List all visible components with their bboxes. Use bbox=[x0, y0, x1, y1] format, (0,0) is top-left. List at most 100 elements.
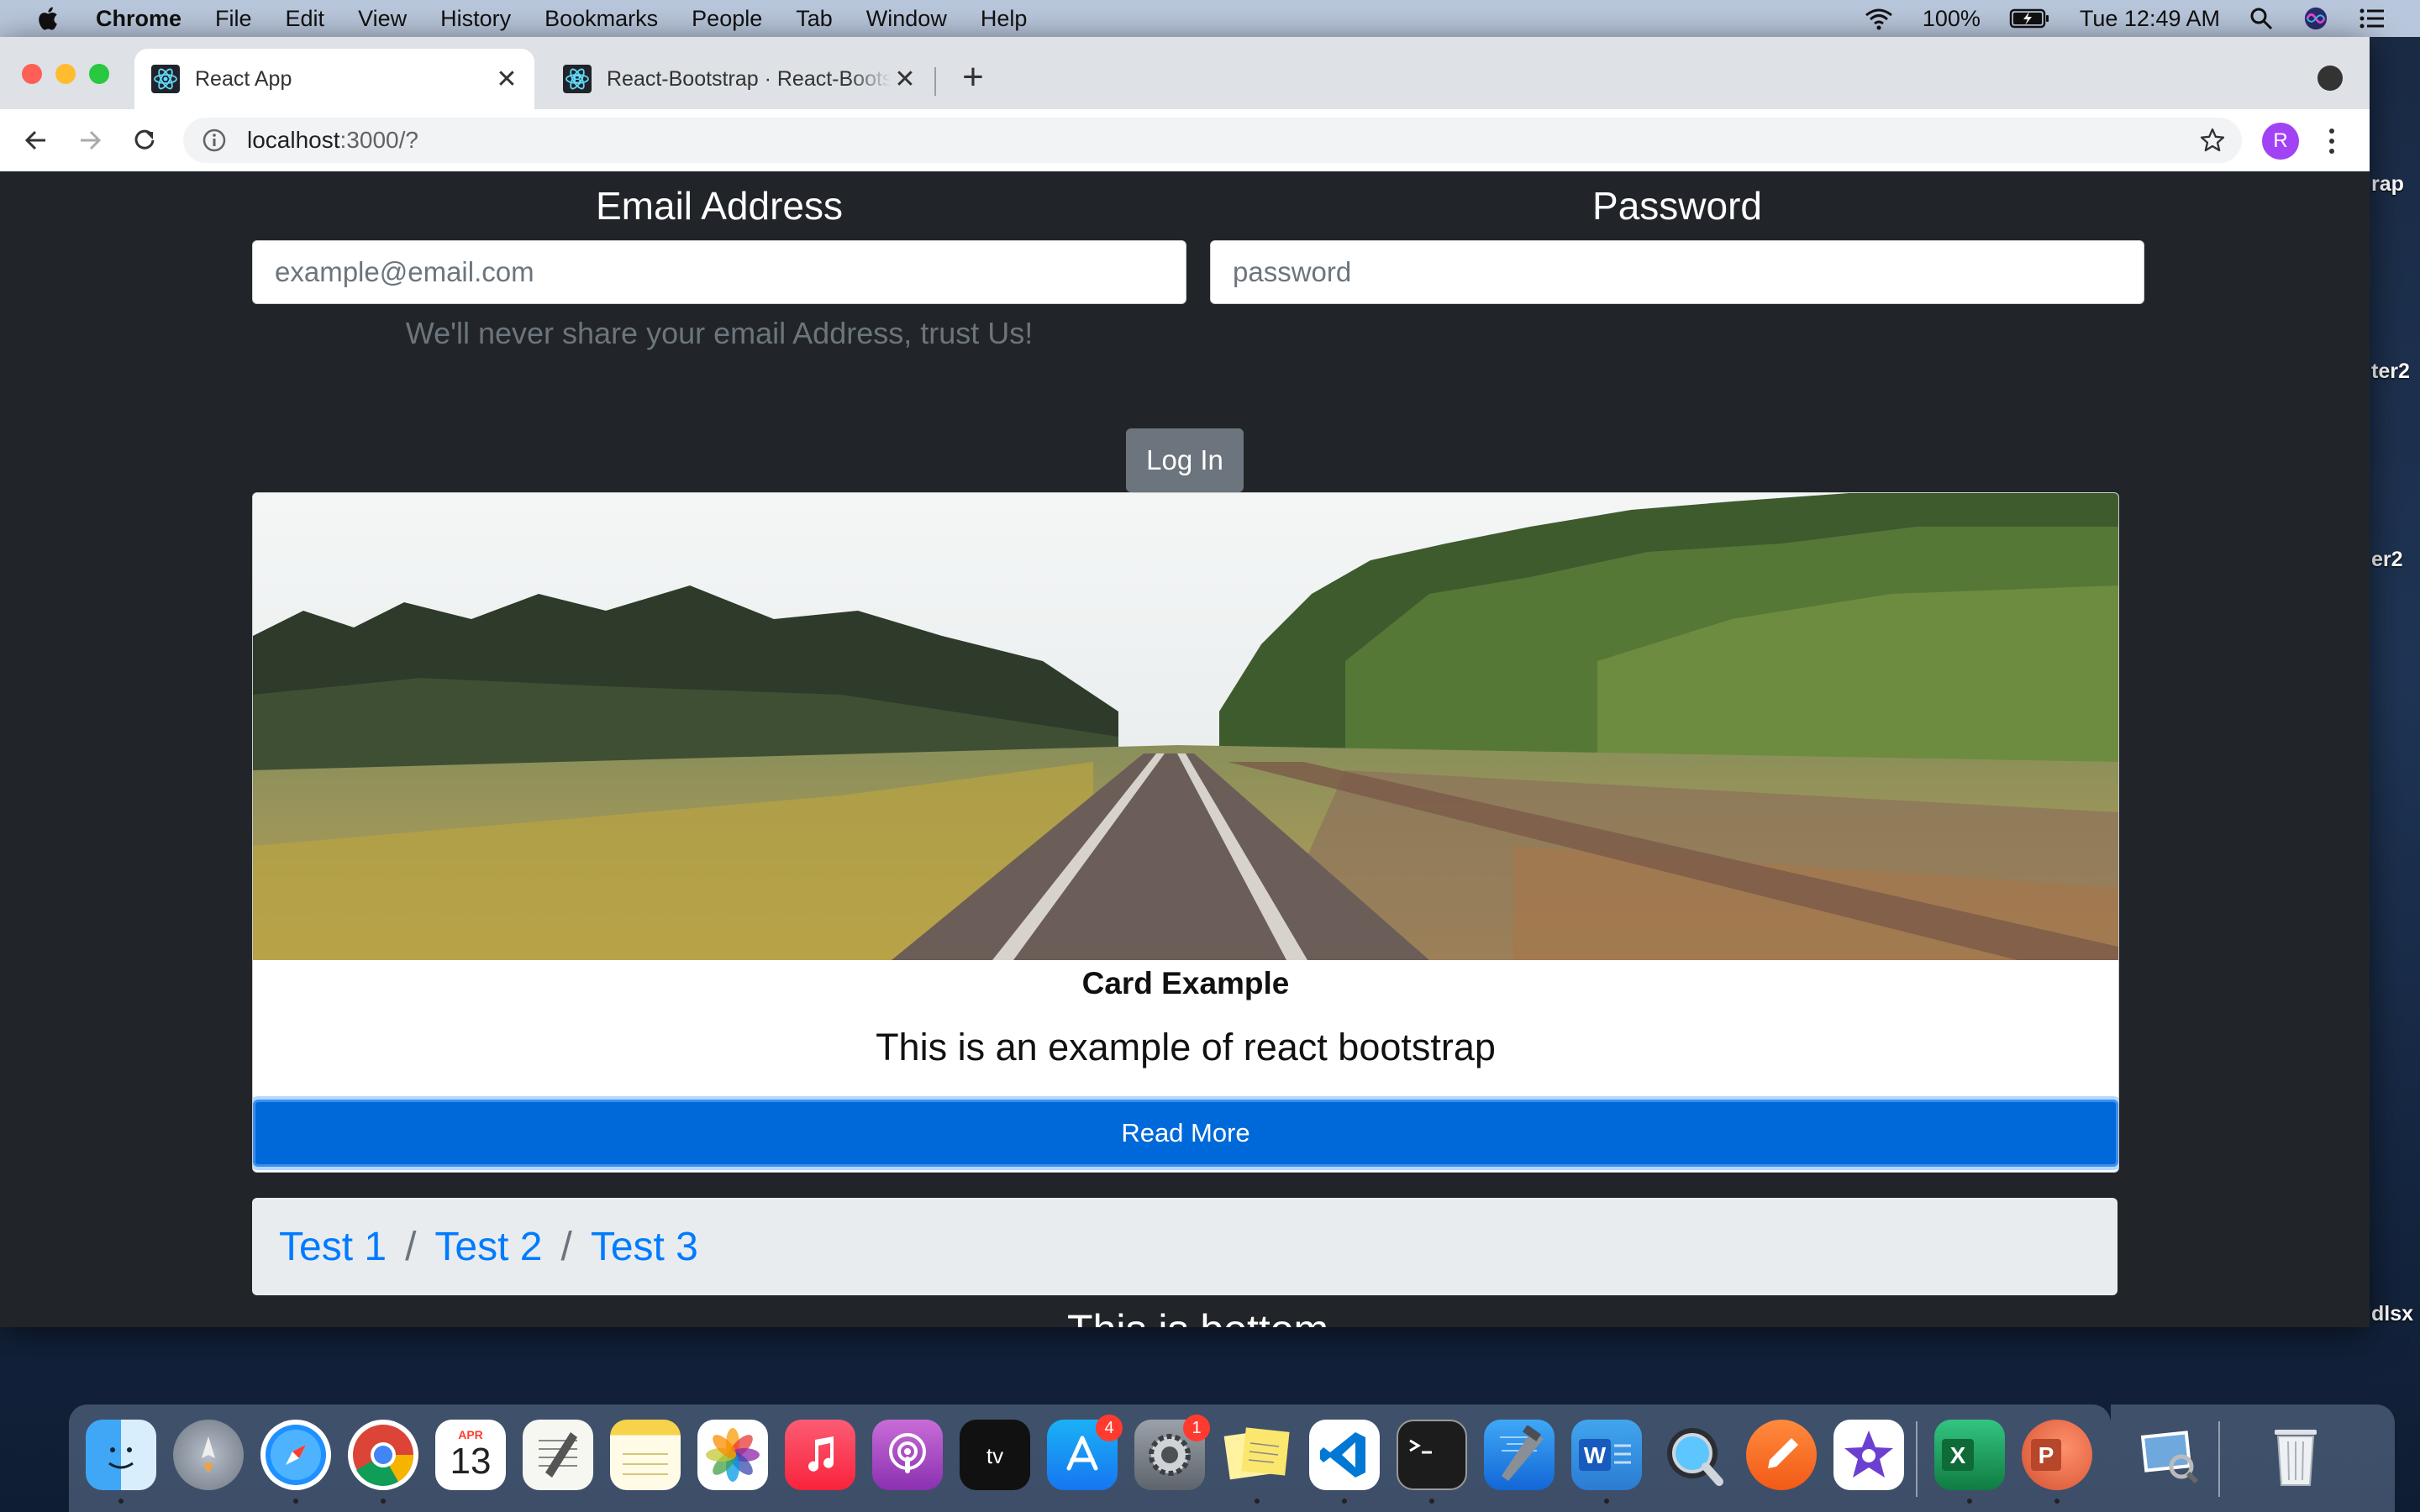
window-zoom-button[interactable] bbox=[89, 64, 109, 84]
apple-logo-icon[interactable] bbox=[34, 3, 64, 34]
address-bar[interactable]: localhost:3000/? bbox=[183, 118, 2242, 163]
menu-bookmarks[interactable]: Bookmarks bbox=[544, 6, 658, 32]
siri-icon[interactable] bbox=[2302, 6, 2329, 31]
desktop-file-label-3[interactable]: er2 bbox=[2371, 548, 2403, 572]
tab-search-icon[interactable] bbox=[2317, 66, 2343, 91]
sketch-app-icon[interactable] bbox=[1746, 1420, 1817, 1490]
chrome-menu-icon[interactable] bbox=[2319, 123, 2344, 160]
calendar-icon[interactable]: APR 13 bbox=[435, 1420, 506, 1490]
music-icon[interactable] bbox=[785, 1420, 855, 1490]
email-input[interactable] bbox=[252, 240, 1186, 304]
spotlight-search-icon[interactable] bbox=[2249, 6, 2274, 31]
svg-text:X: X bbox=[1950, 1442, 1966, 1468]
word-icon[interactable]: W bbox=[1571, 1420, 1642, 1490]
card-text: This is an example of react bootstrap bbox=[876, 1026, 1496, 1068]
url-path: :3000/? bbox=[339, 127, 418, 153]
trash-icon[interactable] bbox=[2260, 1420, 2331, 1490]
svg-text:W: W bbox=[1584, 1442, 1607, 1468]
excel-running-dot bbox=[1967, 1499, 1972, 1504]
window-close-button[interactable] bbox=[22, 64, 42, 84]
powerpoint-icon[interactable]: P bbox=[2022, 1420, 2092, 1490]
chrome-icon[interactable] bbox=[348, 1420, 418, 1490]
url-host: localhost bbox=[247, 127, 340, 153]
notification-center-icon[interactable] bbox=[2358, 6, 2386, 31]
dock-divider bbox=[2218, 1421, 2220, 1497]
safari-icon[interactable] bbox=[260, 1420, 331, 1490]
breadcrumb-test-3[interactable]: Test 3 bbox=[591, 1224, 698, 1270]
tab-title: React-Bootstrap · React-Bootstrap Docume… bbox=[607, 66, 891, 91]
calendar-day: 13 bbox=[450, 1441, 492, 1482]
footer-text: This is bottom bbox=[1067, 1305, 1328, 1327]
password-form-group: Password bbox=[1210, 171, 2144, 304]
preview-icon[interactable] bbox=[2134, 1420, 2205, 1490]
email-label: Email Address bbox=[595, 184, 843, 228]
page-viewport: Email Address We'll never share your ema… bbox=[0, 171, 2370, 1327]
textedit-icon[interactable] bbox=[523, 1420, 593, 1490]
login-button[interactable]: Log In bbox=[1126, 428, 1244, 492]
desktop-file-label-4[interactable]: dlsx bbox=[2371, 1302, 2413, 1326]
system-preferences-wrapper: 1 bbox=[1134, 1415, 1210, 1490]
menu-file[interactable]: File bbox=[215, 6, 252, 32]
menu-people[interactable]: People bbox=[692, 6, 762, 32]
reload-icon[interactable] bbox=[129, 124, 160, 156]
app-store-wrapper: 4 bbox=[1047, 1415, 1123, 1490]
clock[interactable]: Tue 12:49 AM bbox=[2080, 6, 2220, 32]
react-favicon-icon bbox=[151, 65, 180, 93]
excel-icon[interactable]: X bbox=[1934, 1420, 2005, 1490]
imovie-icon[interactable] bbox=[1833, 1420, 1904, 1490]
menu-tab[interactable]: Tab bbox=[796, 6, 833, 32]
finder-icon[interactable] bbox=[86, 1420, 156, 1490]
podcasts-icon[interactable] bbox=[872, 1420, 943, 1490]
launchpad-icon[interactable] bbox=[173, 1420, 244, 1490]
tab-close-icon[interactable]: ✕ bbox=[891, 65, 919, 93]
dock-right-section bbox=[2111, 1404, 2395, 1512]
react-bootstrap-favicon-icon: B bbox=[563, 65, 592, 93]
battery-charging-icon[interactable] bbox=[2009, 6, 2051, 31]
window-minimize-button[interactable] bbox=[55, 64, 76, 84]
menu-help[interactable]: Help bbox=[981, 6, 1028, 32]
terminal-running-dot bbox=[1429, 1499, 1434, 1504]
tab-react-bootstrap[interactable]: B React-Bootstrap · React-Bootstrap Docu… bbox=[546, 49, 933, 109]
breadcrumb: Test 1 / Test 2 / Test 3 bbox=[252, 1198, 2118, 1295]
quicktime-icon[interactable] bbox=[1659, 1420, 1729, 1490]
menu-history[interactable]: History bbox=[440, 6, 511, 32]
back-arrow-icon[interactable] bbox=[20, 124, 52, 156]
menu-edit[interactable]: Edit bbox=[286, 6, 325, 32]
site-info-icon[interactable] bbox=[202, 128, 227, 153]
desktop-file-label-2[interactable]: ter2 bbox=[2371, 360, 2410, 384]
tab-close-icon[interactable]: ✕ bbox=[492, 65, 521, 93]
photos-icon[interactable] bbox=[697, 1420, 768, 1490]
breadcrumb-test-1[interactable]: Test 1 bbox=[279, 1224, 387, 1270]
menu-bar: Chrome File Edit View History Bookmarks … bbox=[0, 0, 2420, 37]
stickies-icon[interactable] bbox=[1222, 1420, 1292, 1490]
tab-react-app[interactable]: React App ✕ bbox=[134, 49, 534, 109]
powerpoint-running-dot bbox=[2054, 1499, 2060, 1504]
profile-avatar[interactable]: R bbox=[2262, 123, 2299, 160]
menu-window[interactable]: Window bbox=[866, 6, 947, 32]
xcode-icon[interactable] bbox=[1484, 1420, 1555, 1490]
menu-view[interactable]: View bbox=[358, 6, 407, 32]
svg-text:tv: tv bbox=[986, 1443, 1003, 1468]
wifi-icon[interactable] bbox=[1864, 6, 1894, 31]
notes-icon[interactable] bbox=[610, 1420, 681, 1490]
password-input[interactable] bbox=[1210, 240, 2144, 304]
bookmark-star-icon[interactable] bbox=[2198, 126, 2227, 155]
url-text[interactable]: localhost:3000/? bbox=[247, 127, 418, 154]
safari-running-dot bbox=[293, 1499, 298, 1504]
system-preferences-badge: 1 bbox=[1183, 1415, 1210, 1441]
terminal-icon[interactable] bbox=[1397, 1420, 1467, 1490]
forward-arrow-icon[interactable] bbox=[74, 124, 106, 156]
new-tab-plus-icon[interactable]: + bbox=[955, 56, 992, 97]
vscode-icon[interactable] bbox=[1309, 1420, 1380, 1490]
tab-title: React App bbox=[195, 66, 292, 91]
dock-divider bbox=[1916, 1421, 1918, 1497]
menu-app-name[interactable]: Chrome bbox=[96, 6, 182, 32]
read-more-button[interactable]: Read More bbox=[253, 1100, 2118, 1167]
email-form-group: Email Address We'll never share your ema… bbox=[252, 171, 1186, 351]
desktop-file-label-1[interactable]: rap bbox=[2371, 172, 2404, 197]
breadcrumb-test-2[interactable]: Test 2 bbox=[434, 1224, 542, 1270]
word-running-dot bbox=[1604, 1499, 1609, 1504]
chrome-running-dot bbox=[381, 1499, 386, 1504]
tv-app-icon[interactable]: tv bbox=[960, 1420, 1030, 1490]
stickies-running-dot bbox=[1255, 1499, 1260, 1504]
